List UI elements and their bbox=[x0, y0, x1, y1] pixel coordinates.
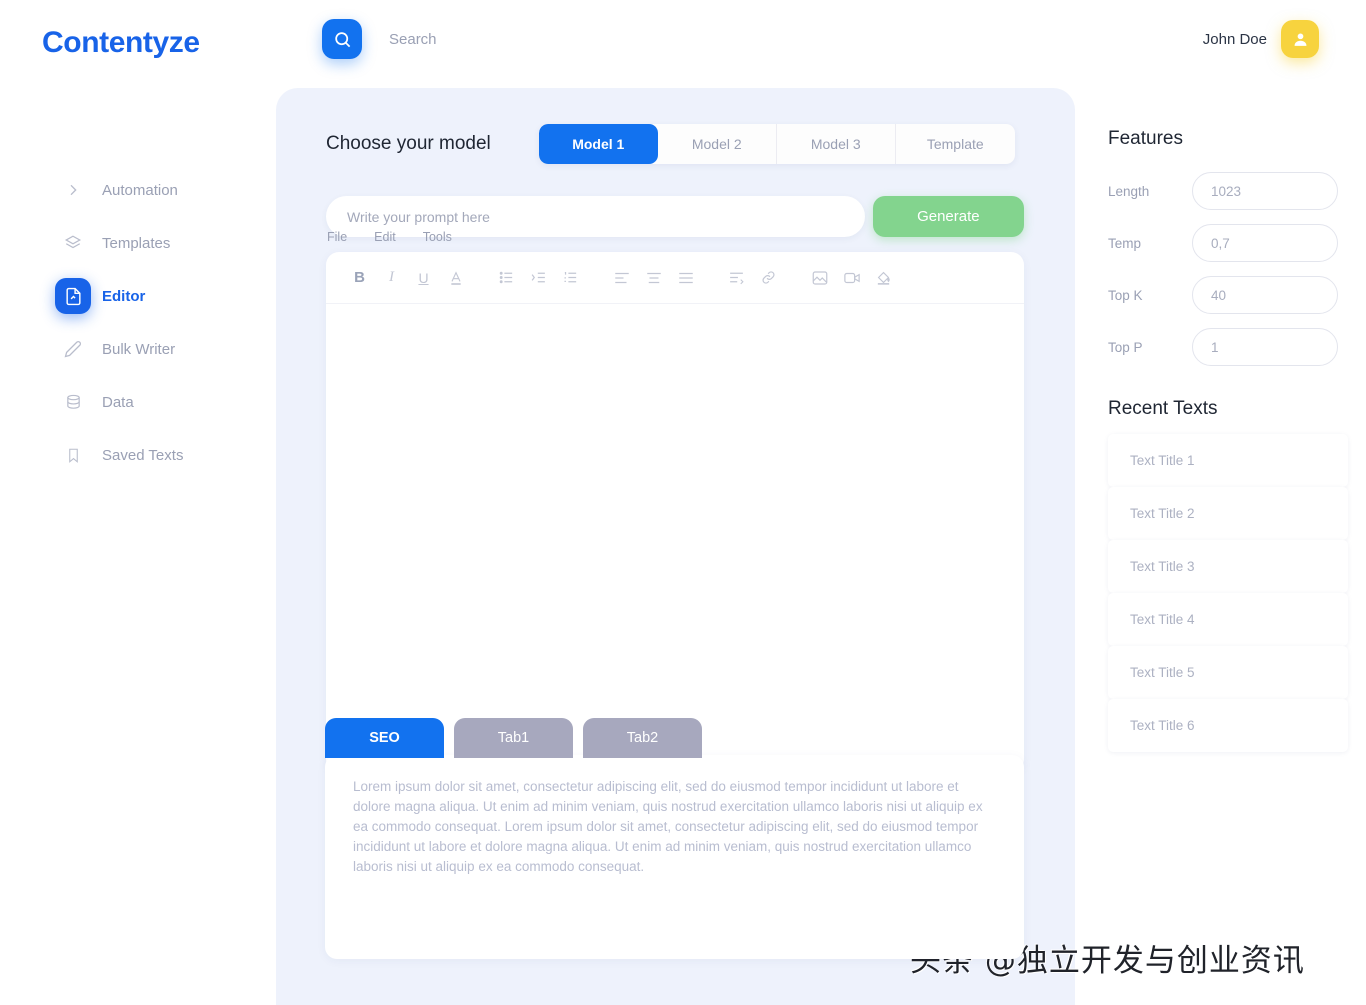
menu-file[interactable]: File bbox=[327, 230, 347, 244]
tab-template[interactable]: Template bbox=[896, 124, 1015, 164]
editor-textarea[interactable] bbox=[326, 304, 1024, 771]
align-justify-icon[interactable] bbox=[670, 262, 701, 293]
link-icon[interactable] bbox=[753, 262, 784, 293]
features-title: Features bbox=[1108, 128, 1183, 149]
generate-button[interactable]: Generate bbox=[872, 196, 1024, 237]
avatar[interactable] bbox=[1281, 20, 1319, 58]
editor-toolbar: B I U bbox=[326, 252, 1024, 304]
top-p-input[interactable] bbox=[1192, 328, 1338, 366]
tab-tab2[interactable]: Tab2 bbox=[583, 718, 702, 758]
feature-row-length: Length bbox=[1108, 172, 1348, 210]
sidebar-item-label: Data bbox=[102, 393, 134, 411]
align-left-icon[interactable] bbox=[606, 262, 637, 293]
indent-decrease-icon[interactable] bbox=[523, 262, 554, 293]
app-root: Contentyze Automation Templates Editor B… bbox=[0, 0, 1366, 1005]
tab-tab1[interactable]: Tab1 bbox=[454, 718, 573, 758]
feature-row-temp: Temp bbox=[1108, 224, 1348, 262]
tab-model-1[interactable]: Model 1 bbox=[538, 124, 658, 164]
sidebar-item-label: Bulk Writer bbox=[102, 340, 176, 358]
search-area bbox=[322, 19, 649, 59]
feature-label: Top K bbox=[1108, 287, 1143, 303]
italic-icon[interactable]: I bbox=[376, 262, 407, 293]
list-item[interactable]: Text Title 4 bbox=[1108, 593, 1348, 646]
feature-label: Temp bbox=[1108, 235, 1142, 251]
sidebar-item-label: Editor bbox=[102, 287, 146, 305]
user-area[interactable]: John Doe bbox=[1203, 20, 1319, 58]
user-name: John Doe bbox=[1202, 30, 1267, 48]
bulleted-list-icon[interactable] bbox=[491, 262, 522, 293]
list-item[interactable]: Text Title 1 bbox=[1108, 434, 1348, 487]
sidebar-item-label: Saved Texts bbox=[102, 446, 184, 464]
tab-seo[interactable]: SEO bbox=[325, 718, 444, 758]
underline-icon[interactable]: U bbox=[408, 262, 439, 293]
list-item[interactable]: Text Title 2 bbox=[1108, 487, 1348, 540]
list-item[interactable]: Text Title 3 bbox=[1108, 540, 1348, 593]
feature-label: Length bbox=[1108, 183, 1150, 199]
editor-card: File Edit Tools B I U bbox=[326, 230, 1024, 772]
sidebar-item-templates[interactable]: Templates bbox=[0, 221, 276, 265]
numbered-list-icon[interactable] bbox=[555, 262, 586, 293]
sidebar-item-bulk-writer[interactable]: Bulk Writer bbox=[0, 327, 276, 371]
temp-input[interactable] bbox=[1192, 224, 1338, 262]
right-rail: Features Length Temp Top K Top P Recent … bbox=[1108, 128, 1348, 752]
text-color-icon[interactable] bbox=[440, 262, 471, 293]
sidebar-item-automation[interactable]: Automation bbox=[0, 168, 276, 212]
tab-model-3[interactable]: Model 3 bbox=[777, 124, 896, 164]
document-edit-icon bbox=[55, 278, 91, 314]
sidebar-nav: Automation Templates Editor Bulk Writer bbox=[0, 168, 276, 486]
pen-icon bbox=[62, 338, 84, 360]
menu-edit[interactable]: Edit bbox=[374, 230, 396, 244]
sidebar-item-label: Templates bbox=[102, 234, 171, 252]
bottom-tab-group: SEO Tab1 Tab2 bbox=[325, 718, 702, 758]
image-icon[interactable] bbox=[804, 262, 835, 293]
sidebar: Contentyze Automation Templates Editor B… bbox=[0, 0, 276, 1005]
layers-icon bbox=[62, 232, 84, 254]
bold-icon[interactable]: B bbox=[344, 262, 375, 293]
menu-tools[interactable]: Tools bbox=[423, 230, 452, 244]
feature-row-top-k: Top K bbox=[1108, 276, 1348, 314]
bookmark-icon bbox=[62, 444, 84, 466]
fill-color-icon[interactable] bbox=[868, 262, 899, 293]
align-center-icon[interactable] bbox=[638, 262, 669, 293]
top-k-input[interactable] bbox=[1192, 276, 1338, 314]
recent-texts-list: Text Title 1 Text Title 2 Text Title 3 T… bbox=[1108, 434, 1348, 752]
chevron-right-icon bbox=[62, 179, 84, 201]
sidebar-item-saved-texts[interactable]: Saved Texts bbox=[0, 433, 276, 477]
length-input[interactable] bbox=[1192, 172, 1338, 210]
search-icon[interactable] bbox=[322, 19, 362, 59]
database-icon bbox=[62, 391, 84, 413]
feature-label: Top P bbox=[1108, 339, 1143, 355]
sidebar-item-editor[interactable]: Editor bbox=[0, 274, 276, 318]
tab-model-2[interactable]: Model 2 bbox=[658, 124, 777, 164]
sidebar-item-label: Automation bbox=[102, 181, 178, 199]
editor-menubar: File Edit Tools bbox=[326, 230, 452, 244]
list-item[interactable]: Text Title 5 bbox=[1108, 646, 1348, 699]
feature-row-top-p: Top P bbox=[1108, 328, 1348, 366]
seo-panel-text: Lorem ipsum dolor sit amet, consectetur … bbox=[353, 779, 983, 874]
app-logo: Contentyze bbox=[42, 26, 200, 59]
indent-icon[interactable] bbox=[721, 262, 752, 293]
page-title: Choose your model bbox=[326, 133, 491, 154]
search-input[interactable] bbox=[389, 30, 649, 48]
sidebar-item-data[interactable]: Data bbox=[0, 380, 276, 424]
list-item[interactable]: Text Title 6 bbox=[1108, 699, 1348, 752]
video-icon[interactable] bbox=[836, 262, 867, 293]
seo-panel: Lorem ipsum dolor sit amet, consectetur … bbox=[325, 755, 1024, 959]
model-chooser: Choose your model Model 1 Model 2 Model … bbox=[326, 124, 1024, 164]
recent-texts-title: Recent Texts bbox=[1108, 398, 1218, 419]
model-tab-group: Model 1 Model 2 Model 3 Template bbox=[538, 124, 1015, 164]
